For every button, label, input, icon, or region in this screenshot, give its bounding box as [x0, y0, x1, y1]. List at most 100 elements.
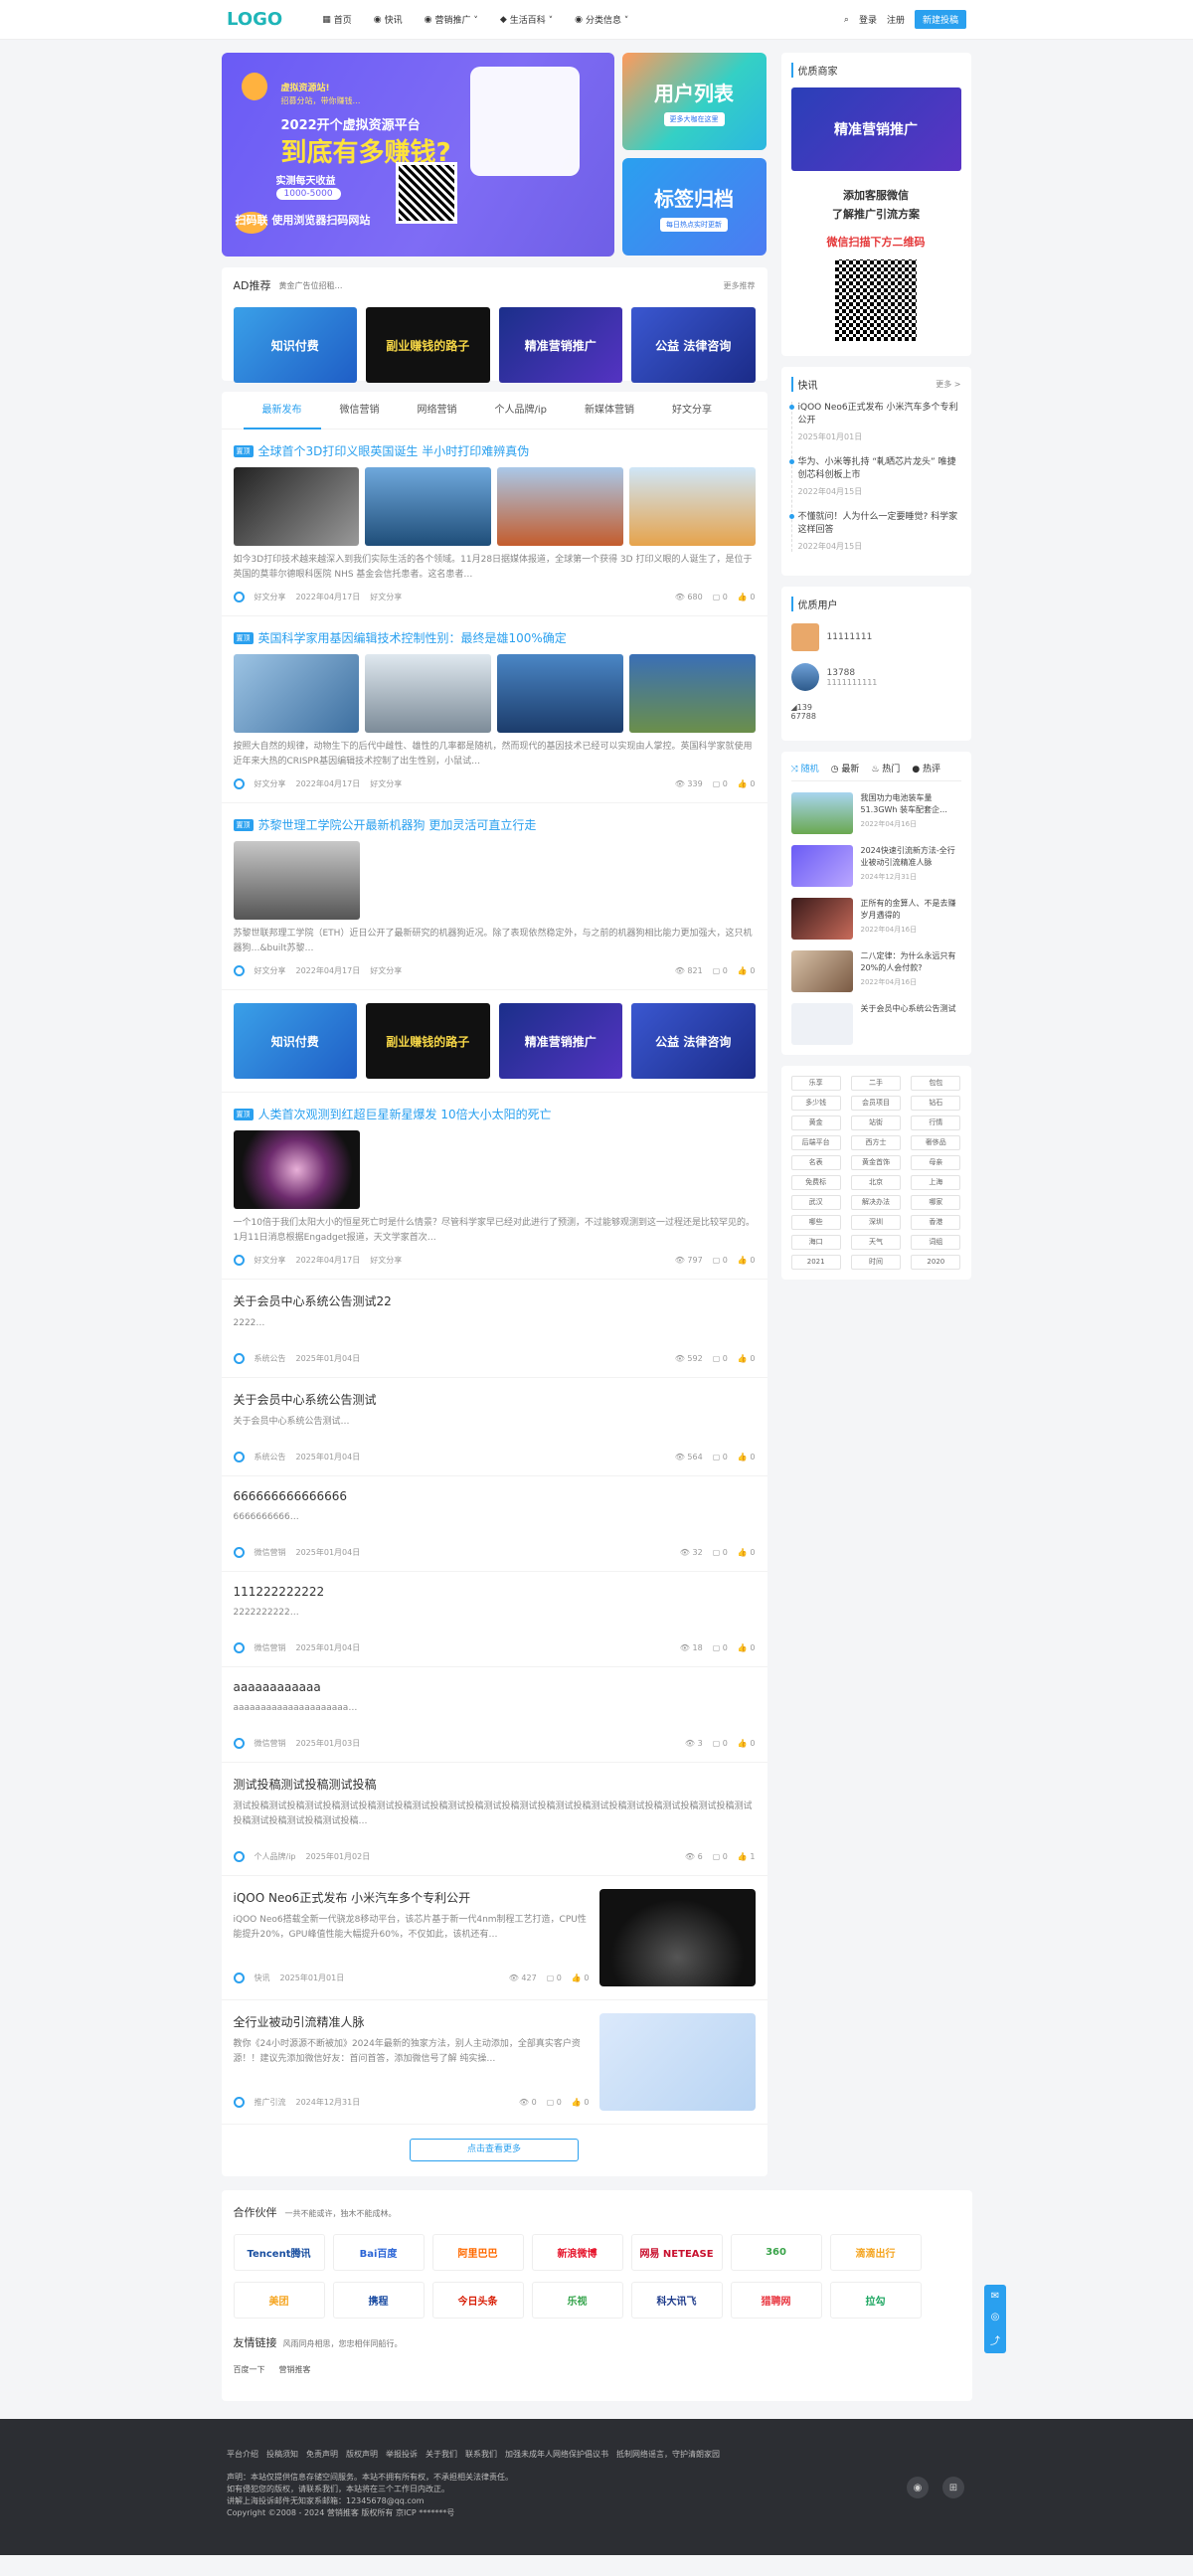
post-title[interactable]: iQOO Neo6正式发布 小米汽车多个专利公开: [234, 1889, 590, 1906]
footer-link[interactable]: 联系我们: [465, 2449, 497, 2460]
friend-link[interactable]: 营销推客: [279, 2364, 311, 2375]
tag-item[interactable]: 哪家: [911, 1195, 961, 1210]
footer-link[interactable]: 举报投诉: [386, 2449, 418, 2460]
author-avatar[interactable]: [233, 1547, 245, 1558]
post-item[interactable]: 置顶 英国科学家用基因编辑技术控制性别：最终是雄100%确定 按照大自然的规律，动…: [221, 616, 767, 803]
post-image[interactable]: [233, 841, 360, 920]
post-category[interactable]: 好文分享: [370, 778, 402, 789]
post-title[interactable]: 英国科学家用基因编辑技术控制性别：最终是雄100%确定: [258, 629, 567, 646]
tag-item[interactable]: 上海: [911, 1175, 961, 1190]
likes-count[interactable]: 👍 0: [738, 1548, 756, 1557]
post-author[interactable]: 系统公告: [255, 1353, 286, 1364]
tab-media[interactable]: 新媒体营销: [566, 392, 653, 429]
tag-item[interactable]: 西方士: [850, 1135, 902, 1150]
author-avatar[interactable]: [233, 2097, 245, 2108]
tab-hot-comment[interactable]: ● 热评: [912, 762, 940, 774]
ad-banner[interactable]: 副业赚钱的路子: [366, 307, 490, 383]
hot-item[interactable]: 二八定律：为什么永远只有20%的人会付款? 2022年04月16日: [790, 950, 961, 992]
tag-item[interactable]: 乐享: [790, 1076, 841, 1091]
post-author[interactable]: 微信营销: [255, 1547, 286, 1558]
friend-link[interactable]: 百度一下: [234, 2364, 265, 2375]
tag-item[interactable]: 站街: [850, 1116, 902, 1130]
tag-item[interactable]: 解决办法: [850, 1195, 902, 1210]
post-author[interactable]: 好文分享: [255, 592, 286, 602]
author-avatar[interactable]: [233, 778, 245, 789]
author-avatar[interactable]: [233, 1738, 245, 1749]
post-title[interactable]: 苏黎世理工学院公开最新机器狗 更加灵活可直立行走: [258, 816, 537, 833]
likes-count[interactable]: 👍 0: [738, 1256, 756, 1265]
post-item[interactable]: iQOO Neo6正式发布 小米汽车多个专利公开 iQOO Neo6搭载全新一代…: [221, 1876, 767, 2000]
author-avatar[interactable]: [233, 1255, 245, 1266]
partner-logo[interactable]: 今日头条: [431, 2282, 524, 2318]
share-icon[interactable]: ⤴: [990, 2332, 1000, 2347]
tab-brand[interactable]: 个人品牌/ip: [476, 392, 567, 429]
post-title[interactable]: 测试投稿测试投稿测试投稿: [234, 1776, 756, 1793]
post-title[interactable]: 关于会员中心系统公告测试: [234, 1391, 756, 1408]
tab-share[interactable]: 好文分享: [653, 392, 731, 429]
login-link[interactable]: 登录: [859, 13, 877, 26]
post-title[interactable]: aaaaaaaaaaaa: [234, 1680, 756, 1694]
hot-item[interactable]: 关于会员中心系统公告测试: [790, 1003, 961, 1045]
tag-item[interactable]: 奢侈品: [911, 1135, 961, 1150]
tag-item[interactable]: 时间: [850, 1255, 902, 1270]
post-title[interactable]: 人类首次观测到红超巨星新星爆发 10倍大小太阳的死亡: [258, 1106, 552, 1122]
merchant-banner[interactable]: 精准营销推广: [790, 87, 961, 171]
tag-item[interactable]: 2021: [790, 1255, 841, 1270]
user-list-banner[interactable]: 用户列表 更多大咖在这里: [621, 53, 767, 150]
ad-banner[interactable]: 副业赚钱的路子: [366, 1003, 490, 1079]
likes-count[interactable]: 👍 0: [738, 779, 756, 788]
ad-banner[interactable]: 精准营销推广: [498, 1003, 622, 1079]
tag-item[interactable]: 二手: [850, 1076, 902, 1091]
author-avatar[interactable]: [233, 1353, 245, 1364]
partner-logo[interactable]: Bai百度: [332, 2234, 425, 2271]
news-more-link[interactable]: 更多 >: [936, 379, 960, 390]
post-image[interactable]: [233, 467, 360, 546]
load-more-button[interactable]: 点击查看更多: [410, 2139, 579, 2161]
post-item[interactable]: 111222222222 2222222222… 微信营销 2025年01月04日…: [221, 1572, 767, 1667]
hot-item[interactable]: 我国功力电池装车量51.3GWh 装车配套企… 2022年04月16日: [790, 792, 961, 834]
likes-count[interactable]: 👍 0: [572, 1974, 590, 1982]
tag-item[interactable]: 黄金首饰: [850, 1155, 902, 1170]
partner-logo[interactable]: 美团: [233, 2282, 325, 2318]
site-logo[interactable]: LOGO: [227, 9, 282, 30]
wechat-icon[interactable]: ◉: [907, 2477, 929, 2498]
wechat-icon[interactable]: ◎: [991, 2312, 1000, 2322]
news-item[interactable]: 华为、小米等扎持 “軋晒芯片龙头” 唯捷创芯科创板上市 2022年04月15日: [788, 456, 961, 497]
post-title[interactable]: 全行业被动引流精准人脉: [234, 2013, 590, 2030]
likes-count[interactable]: 👍 0: [738, 966, 756, 975]
partner-logo[interactable]: 拉勾: [829, 2282, 922, 2318]
news-item[interactable]: 不懂就问！人为什么一定要睡觉? 科学家这样回答 2022年04月15日: [788, 511, 961, 552]
tag-item[interactable]: 行情: [911, 1116, 961, 1130]
post-image[interactable]: [365, 654, 491, 733]
tag-item[interactable]: 多少钱: [790, 1096, 841, 1111]
tag-item[interactable]: 黄金: [790, 1116, 841, 1130]
post-category[interactable]: 好文分享: [370, 965, 402, 976]
author-avatar[interactable]: [233, 965, 245, 976]
author-avatar[interactable]: [233, 1452, 245, 1462]
tag-item[interactable]: 后端平台: [790, 1135, 841, 1150]
tag-item[interactable]: 天气: [850, 1235, 902, 1250]
tag-item[interactable]: 北京: [850, 1175, 902, 1190]
ad-more-link[interactable]: 更多推荐: [724, 280, 756, 291]
partner-logo[interactable]: 网易 NETEASE: [630, 2234, 723, 2271]
tab-web[interactable]: 网络营销: [399, 392, 476, 429]
footer-link[interactable]: 免责声明: [306, 2449, 338, 2460]
partner-logo[interactable]: 乐视: [531, 2282, 623, 2318]
post-item[interactable]: 测试投稿测试投稿测试投稿 测试投稿测试投稿测试投稿测试投稿测试投稿测试投稿测试投…: [221, 1763, 767, 1876]
tab-random[interactable]: ⤨ 随机: [791, 762, 819, 774]
footer-link[interactable]: 加强未成年人网络保护倡议书: [505, 2449, 608, 2460]
nav-marketing[interactable]: ◉ 营销推广 ˅: [425, 13, 478, 27]
footer-link[interactable]: 抵制网络谣言，守护清朗家园: [616, 2449, 720, 2460]
post-item[interactable]: 置顶 苏黎世理工学院公开最新机器狗 更加灵活可直立行走 苏黎世联邦理工学院（ETH…: [221, 803, 767, 990]
post-author[interactable]: 快讯: [255, 1973, 270, 1983]
post-title[interactable]: 111222222222: [234, 1585, 756, 1599]
post-image[interactable]: [628, 467, 756, 546]
post-author[interactable]: 好文分享: [255, 1255, 286, 1266]
tag-item[interactable]: 会员项目: [850, 1096, 902, 1111]
tag-item[interactable]: 武汉: [790, 1195, 841, 1210]
post-title[interactable]: 666666666666666: [234, 1489, 756, 1503]
post-author[interactable]: 好文分享: [255, 778, 286, 789]
post-image[interactable]: [365, 467, 491, 546]
post-image[interactable]: [497, 654, 623, 733]
tag-item[interactable]: 母亲: [911, 1155, 961, 1170]
